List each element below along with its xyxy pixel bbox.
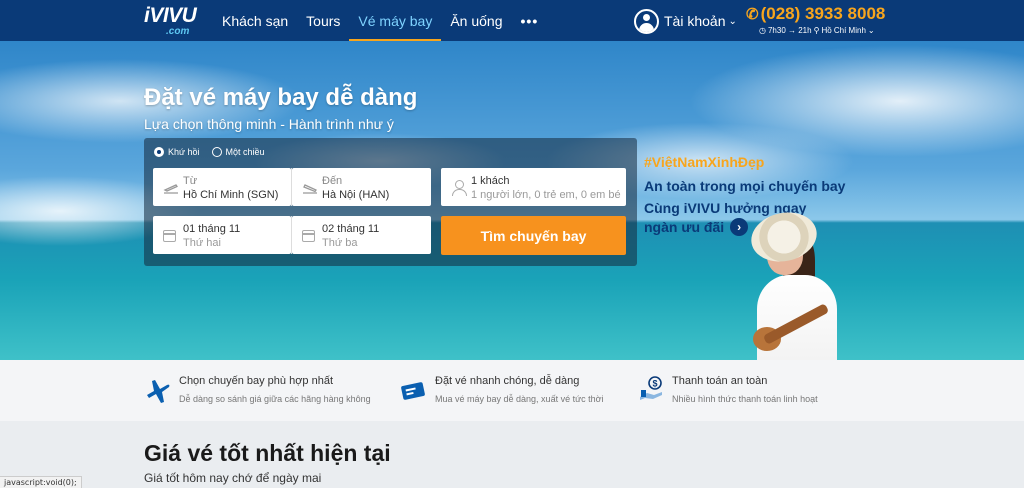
feature-title: Thanh toán an toàn [672,375,768,387]
section-title: Giá vé tốt nhất hiện tại [144,440,391,466]
logo-text: iVIVU [144,4,197,27]
feature-desc: Dễ dàng so sánh giá giữa các hãng hàng k… [179,394,371,404]
feature-fast-booking: Đặt vé nhanh chóng, dễ dàng Mua vé máy b… [400,373,620,409]
promo-line-3-text: ngàn ưu đãi [644,219,725,235]
feature-desc: Nhiều hình thức thanh toán linh hoạt [672,394,818,404]
one-way-label: Một chiều [225,147,265,157]
account-menu[interactable]: Tài khoản ⌄ [634,7,737,35]
feature-choose-flight: Chọn chuyến bay phù hợp nhất Dễ dàng so … [144,373,384,409]
promo-line-1: An toàn trong mọi chuyến bay [644,178,846,194]
round-trip-radio[interactable]: Khứ hồi [154,147,200,157]
phone-icon: ✆ [746,6,759,23]
location-pin-icon: ⚲ [813,26,820,35]
passenger-count: 1 khách [471,175,510,187]
hero-subtitle: Lựa chọn thông minh - Hành trình như ý [144,116,394,132]
depart-weekday: Thứ hai [183,237,221,249]
hotline-number: (028) 3933 8008 [760,4,886,23]
return-date-field[interactable]: 02 tháng 11 Thứ ba [292,216,431,254]
round-trip-label: Khứ hồi [168,147,200,157]
feature-title: Đặt vé nhanh chóng, dễ dàng [435,375,580,387]
best-price-section: Giá vé tốt nhất hiện tại Giá tốt hôm nay… [0,421,1024,488]
takeoff-icon [163,181,179,195]
origin-value: Hồ Chí Minh (SGN) [183,189,279,201]
hours-text: 7h30 → 21h [767,26,812,35]
feature-secure-payment: $ Thanh toán an toàn Nhiều hình thức tha… [637,373,837,409]
feature-title: Chọn chuyến bay phù hợp nhất [179,375,333,387]
chevron-down-icon: ⌄ [728,15,737,27]
nav-food[interactable]: Ăn uống [441,0,511,41]
passenger-breakdown: 1 người lớn, 0 trẻ em, 0 em bé [471,189,621,201]
destination-field[interactable]: Đến Hà Nội (HAN) [292,168,431,206]
origin-label: Từ [183,175,198,187]
nav-flights[interactable]: Vé máy bay [349,0,442,41]
trip-type-selector: Khứ hồi Một chiều [154,147,265,157]
promo-line-3: ngàn ưu đãi › [644,218,749,236]
radio-checked-icon [154,147,164,157]
account-label: Tài khoản [664,13,726,29]
landing-icon [302,181,318,195]
top-header: iVIVU .com Khách sạn Tours Vé máy bay Ăn… [0,0,1024,41]
passenger-field[interactable]: 1 khách 1 người lớn, 0 trẻ em, 0 em bé [441,168,626,206]
logo-domain: .com [166,26,190,37]
hero-banner: Đặt vé máy bay dễ dàng Lựa chọn thông mi… [0,41,1024,360]
browser-status-bar: javascript:void(0); [0,476,82,488]
plane-icon [144,375,172,403]
ivivu-logo[interactable]: iVIVU .com [144,4,197,38]
working-hours[interactable]: ◷ 7h30 → 21h ⚲ Hồ Chí Minh ⌄ [759,26,875,35]
return-date: 02 tháng 11 [322,223,380,235]
svg-text:$: $ [653,379,658,389]
return-weekday: Thứ ba [322,237,358,249]
passenger-icon [451,180,467,196]
hotline-link[interactable]: ✆ (028) 3933 8008 [746,4,885,24]
radio-unchecked-icon [211,147,222,157]
payment-icon: $ [637,375,665,403]
hero-title: Đặt vé máy bay dễ dàng [144,84,418,111]
section-subtitle: Giá tốt hôm nay chớ để ngày mai [144,471,322,485]
main-nav: Khách sạn Tours Vé máy bay Ăn uống ••• [213,0,547,41]
nav-hotels[interactable]: Khách sạn [213,0,297,41]
user-avatar-icon [634,8,659,34]
clock-icon: ◷ [759,26,766,35]
ticket-icon [400,375,428,403]
one-way-radio[interactable]: Một chiều [211,147,265,157]
origin-field[interactable]: Từ Hồ Chí Minh (SGN) [153,168,291,206]
search-flights-button[interactable]: Tìm chuyến bay [441,216,626,255]
flight-search-panel: Khứ hồi Một chiều Từ Hồ Chí Minh (SGN) Đ… [144,138,637,266]
calendar-icon [302,230,315,242]
feature-desc: Mua vé máy bay dễ dàng, xuất vé tức thời [435,394,604,404]
depart-date-field[interactable]: 01 tháng 11 Thứ hai [153,216,291,254]
promo-model-image [745,206,855,360]
nav-tours[interactable]: Tours [297,0,349,41]
destination-value: Hà Nội (HAN) [322,189,390,201]
destination-label: Đến [322,175,343,187]
features-strip: Chọn chuyến bay phù hợp nhất Dễ dàng so … [0,360,1024,421]
calendar-icon [163,230,176,242]
city-text: Hồ Chí Minh [821,26,866,35]
chevron-down-icon: ⌄ [867,26,875,35]
promo-hashtag: #ViệtNamXinhĐẹp [644,154,765,170]
nav-more-button[interactable]: ••• [512,0,548,41]
depart-date: 01 tháng 11 [183,223,241,235]
